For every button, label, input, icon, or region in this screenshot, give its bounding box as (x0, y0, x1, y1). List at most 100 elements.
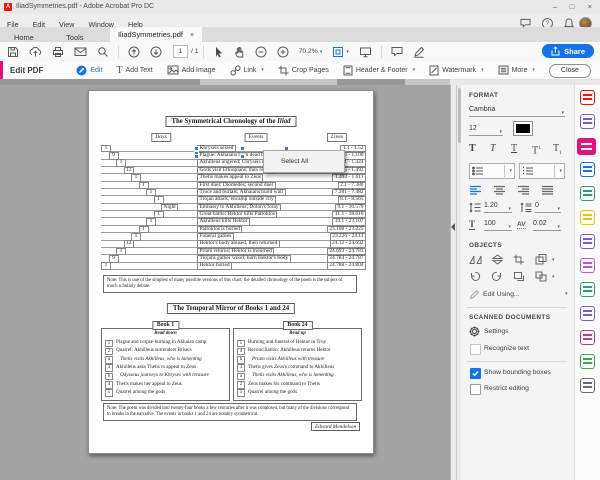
close-edit-button[interactable]: Close (549, 64, 591, 78)
recognize-text-checkbox[interactable] (470, 344, 481, 355)
crop-pages-button[interactable]: Crop Pages (278, 65, 329, 76)
hand-tool-icon[interactable] (234, 46, 245, 58)
collapse-panel-icon[interactable] (451, 223, 455, 231)
book1-item[interactable]: 5Quarrel among the gods (105, 389, 227, 397)
show-bounding-boxes-label[interactable]: Show bounding boxes (484, 369, 551, 376)
char-spacing-select[interactable]: 0.02▾ (533, 218, 561, 231)
sign-pen-icon[interactable] (413, 46, 425, 58)
book24-item[interactable]: 2Zeus makes his command to Thetis (237, 381, 359, 389)
mirror-note[interactable]: Note: The poem was divided into twenty-f… (103, 403, 357, 421)
book1-item[interactable]: 2Quarrel: Akhilleus surrenders Briseis (105, 347, 227, 355)
superscript-button[interactable]: T1 (532, 143, 541, 156)
link-button[interactable]: Link▾ (230, 65, 264, 76)
chronology-title[interactable]: The Symmetrical Chronology of the Iliad (165, 116, 296, 127)
book24-box[interactable]: Book 24 Read up 5Burning and funeral of … (233, 328, 362, 401)
edit-using-label[interactable]: Edit Using... (483, 291, 520, 298)
event-cell[interactable]: Hektor buried (197, 262, 232, 270)
next-page-icon[interactable] (150, 46, 162, 58)
group-objects-button[interactable] (535, 271, 548, 282)
header-footer-button[interactable]: Header & Footer▾ (343, 65, 415, 76)
redact-icon[interactable] (580, 330, 595, 345)
book1-box[interactable]: Book 1 Read down 1Plague and corpse-burn… (101, 328, 230, 401)
book1-item[interactable]: 4Thetis makes her appeal to Zeus (105, 381, 227, 389)
reading-mode-icon[interactable] (359, 46, 372, 58)
bullet-list-select[interactable]: ▾ (469, 163, 515, 179)
email-icon[interactable] (74, 46, 87, 57)
restrict-editing-label[interactable]: Restrict editing (484, 385, 529, 392)
prepare-form-icon[interactable] (580, 258, 595, 273)
lines-cell[interactable]: 24.788 - 24.804 (327, 262, 366, 270)
book24-item[interactable]: 5Burning and funeral of Hektor in Troy (237, 339, 359, 347)
font-family-select[interactable]: Cambria▾ (469, 104, 565, 117)
numbered-list-select[interactable]: ▾ (519, 163, 565, 179)
book24-item[interactable]: 1Quarrel among the gods (237, 389, 359, 397)
horizontal-scale-select[interactable]: 100▾ (484, 218, 512, 231)
bold-button[interactable]: T (469, 143, 476, 154)
flip-horizontal-button[interactable] (469, 254, 482, 265)
italic-button[interactable]: T (490, 143, 496, 154)
book1-item[interactable]: 1Plague and corpse-burning in Akhaian ca… (105, 339, 227, 347)
column-header-lines[interactable]: Lines (327, 133, 347, 142)
chronology-note[interactable]: Note: This is one of the simplest of man… (103, 275, 357, 293)
comment-tool-icon[interactable] (580, 210, 595, 225)
mirror-title[interactable]: The Temporal Mirror of Books 1 and 24 (167, 303, 295, 314)
align-right-button[interactable] (517, 185, 530, 196)
protect-icon[interactable] (580, 306, 595, 321)
restrict-editing-checkbox[interactable] (470, 384, 481, 395)
edit-button[interactable]: Edit (76, 65, 102, 76)
day-cell[interactable]: 1 (101, 262, 111, 270)
page-number-input[interactable]: 1 (173, 45, 188, 58)
settings-gear-icon[interactable] (469, 326, 480, 337)
combine-files-icon[interactable] (580, 114, 595, 129)
more-tools-icon[interactable] (580, 378, 595, 393)
zoom-in-icon[interactable] (277, 46, 289, 58)
paragraph-spacing-select[interactable]: 0▾ (535, 200, 561, 213)
crop-object-button[interactable] (513, 254, 525, 265)
subscript-button[interactable]: T1 (553, 143, 562, 159)
book1-item[interactable]: aThetis visits Akhilleus, who is lamenti… (105, 356, 227, 364)
context-menu-select-all[interactable]: Select All (264, 151, 344, 172)
print-icon[interactable] (52, 46, 64, 58)
more-button[interactable]: More▾ (498, 65, 535, 75)
share-file-icon[interactable] (29, 46, 42, 58)
arrange-objects-button[interactable] (535, 254, 548, 265)
rotate-right-button[interactable] (491, 271, 503, 282)
maximize-button[interactable]: □ (565, 2, 579, 12)
create-pdf-icon[interactable] (580, 90, 595, 105)
previous-page-icon[interactable] (128, 46, 140, 58)
tab-close-icon[interactable]: × (190, 30, 194, 39)
rotate-left-button[interactable] (469, 271, 481, 282)
watermark-button[interactable]: Watermark▾ (429, 65, 483, 76)
print-production-icon[interactable] (580, 282, 595, 297)
column-header-days[interactable]: Days (151, 133, 171, 142)
replace-object-button[interactable] (513, 271, 525, 282)
book1-item[interactable]: bOdysseus journeys to Khryses with treas… (105, 372, 227, 380)
book24-item[interactable]: 3Thetis gives Zeus's command to Akhilleu… (237, 364, 359, 372)
share-button[interactable]: Share (542, 44, 594, 58)
panel-scrollbar[interactable] (457, 85, 461, 480)
align-left-button[interactable] (469, 185, 482, 196)
align-center-button[interactable] (493, 185, 506, 196)
edit-pdf-icon[interactable] (577, 138, 596, 155)
author-signature[interactable]: Edward Mendelson (311, 422, 360, 431)
window-close-button[interactable]: × (583, 2, 597, 12)
export-pdf-icon[interactable] (580, 162, 595, 177)
select-tool-icon[interactable] (213, 46, 224, 58)
book24-item[interactable]: 4Reconciliation: Akhilleus returns Hekto… (237, 347, 359, 355)
zoom-out-icon[interactable] (255, 46, 267, 58)
flip-vertical-button[interactable] (491, 254, 504, 265)
add-text-button[interactable]: T Add Text (116, 65, 152, 76)
comment-icon[interactable] (391, 46, 403, 57)
search-icon[interactable] (97, 46, 109, 58)
recognize-text-label[interactable]: Recognize text (484, 345, 529, 352)
fill-sign-icon[interactable] (580, 234, 595, 249)
show-bounding-boxes-checkbox[interactable] (470, 368, 481, 379)
organize-pages-icon[interactable] (580, 186, 595, 201)
book24-item[interactable]: aThetis visits Akhilleus, who is lamenti… (237, 372, 359, 380)
book1-item[interactable]: 3Akhilleus asks Thetis to appeal to Zeus (105, 364, 227, 372)
add-image-button[interactable]: Add Image (167, 65, 216, 75)
save-icon[interactable] (7, 46, 19, 58)
optimize-pdf-icon[interactable] (580, 354, 595, 369)
column-header-events[interactable]: Events (245, 133, 268, 142)
font-size-select[interactable]: 12▾ (469, 123, 503, 136)
